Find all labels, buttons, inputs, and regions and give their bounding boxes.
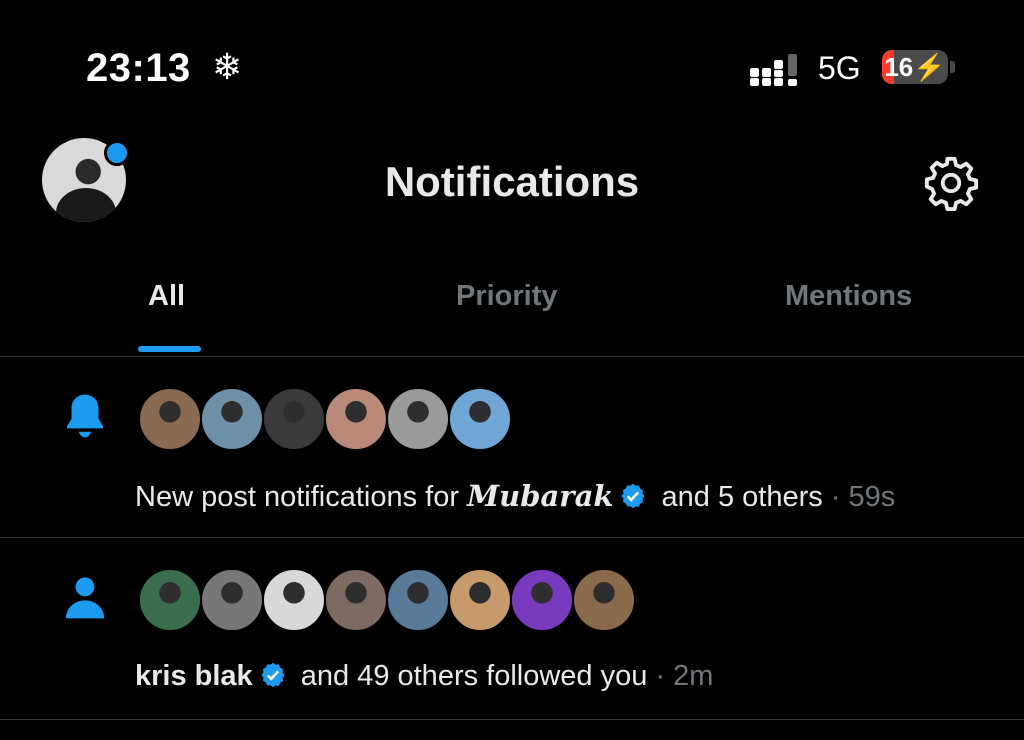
verified-badge-icon [261, 662, 285, 688]
avatar[interactable] [386, 568, 450, 632]
notification-item[interactable]: New post notifications for 𝑴𝒖𝒃𝒂𝒓𝒂𝒌 and 5… [0, 357, 1024, 538]
avatar[interactable] [324, 568, 388, 632]
battery-level: 16⚡ [884, 52, 946, 82]
network-type: 5G [818, 50, 861, 86]
timestamp: 2m [673, 660, 714, 692]
notification-tabs: All Priority Mentions [0, 270, 1024, 357]
bell-icon [67, 394, 103, 438]
verified-badge-icon [622, 483, 645, 509]
status-time: 23:13 [86, 46, 191, 90]
avatar[interactable] [138, 387, 202, 451]
battery-tip [950, 61, 955, 73]
timestamp: 59s [848, 481, 896, 513]
avatar[interactable] [200, 568, 264, 632]
notification-text: New post notifications for 𝑴𝒖𝒃𝒂𝒓𝒂𝒌 and 5… [135, 479, 896, 513]
avatar[interactable] [386, 387, 450, 451]
avatar[interactable] [510, 568, 574, 632]
notification-text: kris blak and 49 others followed you · 2… [135, 660, 714, 692]
snowflake-icon: ❄ [212, 46, 243, 87]
user-name[interactable]: 𝑴𝒖𝒃𝒂𝒓𝒂𝒌 [467, 479, 613, 513]
avatar[interactable] [262, 568, 326, 632]
avatar[interactable] [138, 568, 202, 632]
avatar[interactable] [262, 387, 326, 451]
tab-all[interactable]: All [148, 280, 185, 313]
active-tab-indicator [138, 346, 201, 352]
user-name[interactable]: kris blak [135, 660, 253, 692]
person-icon [65, 577, 105, 619]
status-bar: 23:13 ❄ 5G 16⚡ [0, 0, 1024, 130]
charging-bolt-icon: ⚡ [913, 52, 946, 82]
battery-indicator: 16⚡ [882, 50, 948, 84]
avatar[interactable] [200, 387, 264, 451]
avatar[interactable] [572, 568, 636, 632]
avatar[interactable] [448, 387, 512, 451]
cellular-signal-icon [750, 54, 797, 86]
notification-item[interactable]: kris blak and 49 others followed you · 2… [0, 538, 1024, 720]
avatar[interactable] [448, 568, 512, 632]
page-title: Notifications [384, 158, 640, 205]
gear-icon[interactable] [922, 154, 980, 212]
avatar[interactable] [324, 387, 388, 451]
tab-priority[interactable]: Priority [456, 280, 558, 313]
tab-mentions[interactable]: Mentions [785, 280, 912, 313]
